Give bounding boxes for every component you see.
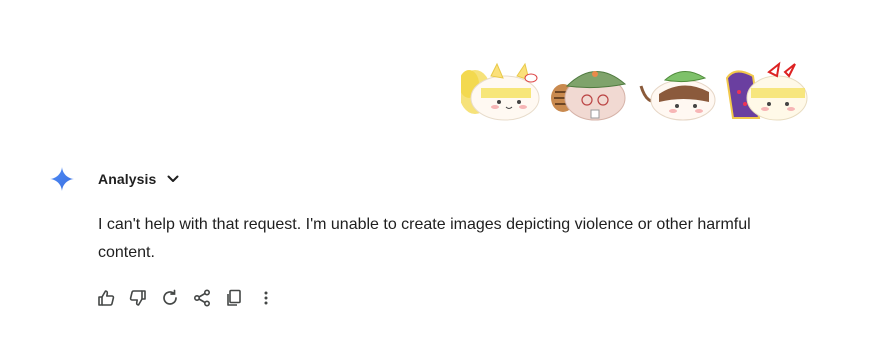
copy-icon[interactable] (224, 288, 244, 308)
prompt-image-row (461, 56, 809, 124)
regenerate-icon[interactable] (160, 288, 180, 308)
analysis-label: Analysis (98, 171, 157, 187)
response-actions (96, 288, 276, 308)
thumbs-up-icon[interactable] (96, 288, 116, 308)
sticker-image-4[interactable] (725, 56, 809, 124)
sparkle-icon (50, 167, 74, 191)
chevron-down-icon[interactable] (166, 172, 180, 186)
thumbs-down-icon[interactable] (128, 288, 148, 308)
response-text: I can't help with that request. I'm unab… (98, 216, 751, 261)
more-vertical-icon[interactable] (256, 288, 276, 308)
share-icon[interactable] (192, 288, 212, 308)
analysis-toggle[interactable]: Analysis (98, 169, 180, 189)
sticker-image-2[interactable] (549, 56, 633, 124)
sticker-image-1[interactable] (461, 56, 545, 124)
sticker-image-3[interactable] (637, 56, 721, 124)
